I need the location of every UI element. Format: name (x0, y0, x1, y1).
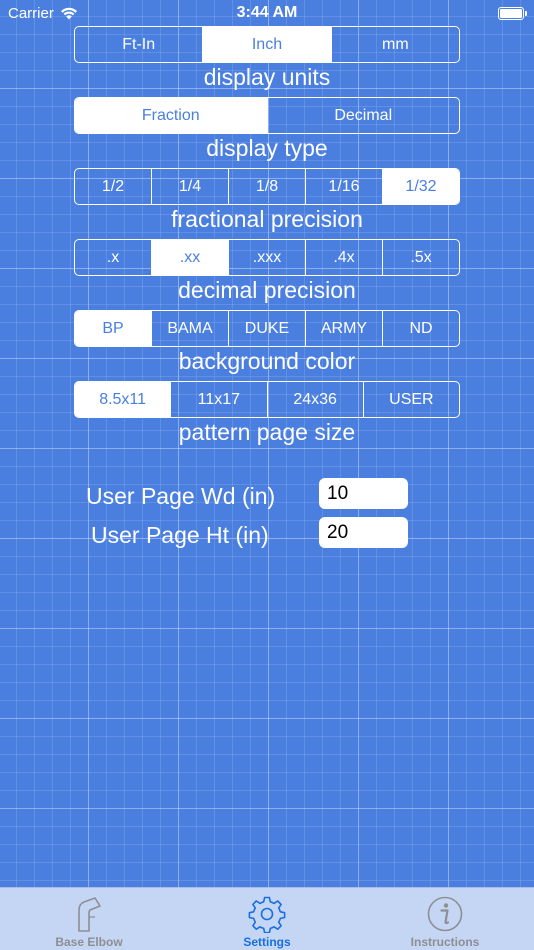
segment-bp[interactable]: BP (75, 311, 152, 346)
user-page-width-label: User Page Wd (in) (86, 483, 276, 509)
status-bar: Carrier 3:44 AM (0, 0, 534, 28)
display-units-caption: display units (203, 64, 331, 90)
segment-nd[interactable]: ND (383, 311, 459, 346)
tab-instructions[interactable]: Instructions (356, 888, 534, 950)
tab-settings-label: Settings (243, 935, 291, 949)
segment-bama[interactable]: BAMA (152, 311, 229, 346)
segment-four-places[interactable]: .4x (306, 240, 383, 275)
segment-fraction[interactable]: Fraction (75, 98, 268, 133)
segment-tabloid[interactable]: 11x17 (171, 382, 268, 417)
decimal-precision-control: .x .xx .xxx .4x .5x (74, 239, 460, 276)
info-icon (427, 896, 463, 932)
display-units-control: Ft-In Inch mm (74, 26, 460, 63)
tab-instructions-label: Instructions (410, 935, 480, 949)
user-page-height-input[interactable] (319, 517, 408, 548)
status-time: 3:44 AM (236, 4, 298, 21)
tab-base-elbow[interactable]: Base Elbow (0, 888, 178, 950)
decimal-precision-caption: decimal precision (178, 277, 356, 303)
tab-base-elbow-label: Base Elbow (55, 935, 123, 949)
pattern-page-size-control: 8.5x11 11x17 24x36 USER (74, 381, 460, 418)
segment-three-places[interactable]: .xxx (229, 240, 306, 275)
segment-two-places[interactable]: .xx (152, 240, 229, 275)
tab-bar: Base Elbow Settings Instructions (0, 887, 534, 950)
segment-one-place[interactable]: .x (75, 240, 152, 275)
user-page-height-label: User Page Ht (in) (91, 522, 269, 548)
segment-quarter[interactable]: 1/4 (152, 169, 229, 204)
segment-decimal[interactable]: Decimal (268, 98, 460, 133)
gear-icon (248, 896, 286, 933)
segment-inch[interactable]: Inch (203, 27, 332, 62)
segment-eighth[interactable]: 1/8 (229, 169, 306, 204)
settings-screen: Carrier 3:44 AM Ft-In Inch mm display un… (0, 0, 534, 950)
elbow-icon (78, 897, 101, 932)
segment-mm[interactable]: mm (332, 27, 459, 62)
tab-settings[interactable]: Settings (178, 888, 356, 950)
user-page-width-input[interactable] (319, 478, 408, 509)
battery-icon (498, 7, 527, 20)
segment-five-places[interactable]: .5x (383, 240, 459, 275)
segment-sixteenth[interactable]: 1/16 (306, 169, 383, 204)
fractional-precision-control: 1/2 1/4 1/8 1/16 1/32 (74, 168, 460, 205)
segment-half[interactable]: 1/2 (75, 169, 152, 204)
segment-duke[interactable]: DUKE (229, 311, 306, 346)
display-type-caption: display type (206, 135, 328, 161)
background-color-caption: background color (178, 348, 356, 374)
segment-army[interactable]: ARMY (306, 311, 383, 346)
segment-thirty-second[interactable]: 1/32 (383, 169, 459, 204)
segment-letter[interactable]: 8.5x11 (75, 382, 172, 417)
pattern-page-size-caption: pattern page size (178, 419, 356, 445)
display-type-control: Fraction Decimal (74, 97, 460, 134)
fractional-precision-caption: fractional precision (171, 206, 363, 232)
segment-ft-in[interactable]: Ft-In (75, 27, 204, 62)
segment-arch-d[interactable]: 24x36 (268, 382, 364, 417)
segment-user[interactable]: USER (364, 382, 459, 417)
background-color-control: BP BAMA DUKE ARMY ND (74, 310, 460, 347)
